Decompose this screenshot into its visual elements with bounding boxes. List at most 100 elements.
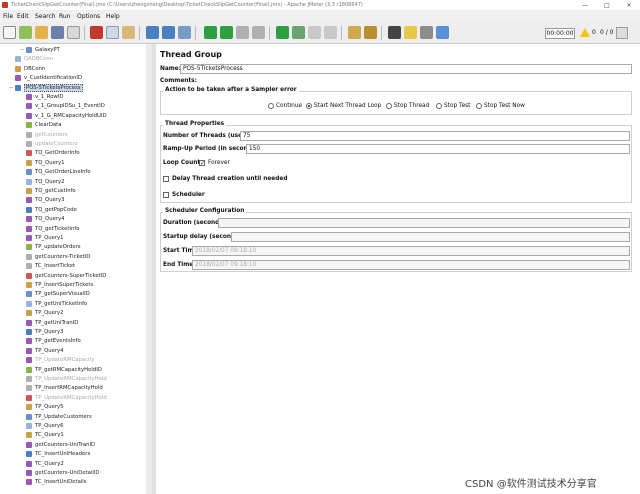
collapse-all-icon[interactable] (162, 26, 175, 39)
tree-item[interactable]: v_1_GroupIDSu_1_EventID (0, 102, 151, 112)
tree-item[interactable]: DBConn (0, 65, 151, 75)
maximize-button[interactable]: □ (598, 0, 616, 11)
open-icon[interactable] (35, 26, 48, 39)
radio-continue[interactable] (268, 103, 274, 109)
tree-expand-icon[interactable]: − (20, 48, 25, 53)
tree-item[interactable]: TQ_Query1 (0, 159, 151, 169)
tree-item[interactable]: getCounters-SuperTicketID (0, 272, 151, 282)
tree-item[interactable]: ClearData (0, 121, 151, 131)
tree-item[interactable]: TP_getUniTranID (0, 319, 151, 329)
tree-item[interactable]: getCounters-UniDetailID (0, 469, 151, 479)
tree-item[interactable]: TQ_GetOrderLineInfo (0, 168, 151, 178)
radio-stop-thread[interactable] (386, 103, 392, 109)
tree-item[interactable]: getCounters (0, 131, 151, 141)
menu-options[interactable]: Options (77, 13, 100, 20)
tree-item[interactable]: TQ_getTicketInfo (0, 225, 151, 235)
expand-all-icon[interactable] (146, 26, 159, 39)
tree-item[interactable]: TQ_Query2 (0, 178, 151, 188)
tree-item[interactable]: TC_InsertTicket (0, 262, 151, 272)
tree-item[interactable]: TP_updateOrders (0, 243, 151, 253)
cut-icon[interactable] (90, 26, 103, 39)
tree-item[interactable]: TQ_Query3 (0, 196, 151, 206)
duration-field[interactable] (218, 218, 630, 228)
scheduler-checkbox[interactable] (163, 192, 169, 198)
tree-item[interactable]: v_1_RowID (0, 93, 151, 103)
tree-item[interactable]: TP_getRMCapacityHoldID (0, 366, 151, 376)
tree-item[interactable]: − GalaxyPT (0, 46, 151, 56)
search-icon[interactable] (388, 26, 401, 39)
clear-all-icon[interactable] (364, 26, 377, 39)
tree-item[interactable]: v_CustIdentificationID (0, 74, 151, 84)
tree-item[interactable]: TP_Query1 (0, 234, 151, 244)
tree-item[interactable]: TC_Query2 (0, 460, 151, 470)
tree-item[interactable]: TP_UpdateRMCapacity (0, 356, 151, 366)
tree-item[interactable]: TP_InsertRMCapacityHold (0, 384, 151, 394)
new-icon[interactable] (3, 26, 16, 39)
stop-icon[interactable] (236, 26, 249, 39)
menu-search[interactable]: Search (35, 13, 56, 20)
menu-file[interactable]: File (3, 13, 13, 20)
warning-icon[interactable] (580, 28, 590, 37)
start-icon[interactable] (204, 26, 217, 39)
tree-item[interactable]: TP_UpdateRMCapacityHold (0, 394, 151, 404)
tree-item[interactable]: QADBConn (0, 55, 151, 65)
tree-item[interactable]: updateCounters (0, 140, 151, 150)
tree-item[interactable]: getCounters-TicketID (0, 253, 151, 263)
forever-checkbox[interactable]: ✓ (199, 160, 205, 167)
paste-icon[interactable] (122, 26, 135, 39)
test-plan-tree[interactable]: − GalaxyPT QADBConn DBConn v_CustIdentificat… (0, 44, 152, 494)
tree-item[interactable]: TQ_getCustInfo (0, 187, 151, 197)
function-helper-icon[interactable] (420, 26, 433, 39)
save-as-icon[interactable] (67, 26, 80, 39)
tree-item[interactable]: TQ_Query4 (0, 215, 151, 225)
toggle-icon[interactable] (178, 26, 191, 39)
tree-item[interactable]: TP_getUniTicketInfo (0, 300, 151, 310)
tree-item[interactable]: TC_InsertUniHeaders (0, 450, 151, 460)
menu-help[interactable]: Help (106, 13, 120, 20)
clear-icon[interactable] (348, 26, 361, 39)
tree-item[interactable]: TP_Query3 (0, 328, 151, 338)
start-no-pauses-icon[interactable] (220, 26, 233, 39)
end-time-field[interactable]: 2018/02/07 09:18:10 (192, 260, 630, 270)
templates-icon[interactable] (19, 26, 32, 39)
tree-item[interactable]: TP_getEventsInfo (0, 337, 151, 347)
tree-item[interactable]: TP_Query4 (0, 347, 151, 357)
tree-item[interactable]: TP_UpdateRMCapacityHold (0, 375, 151, 385)
tree-item[interactable]: TC_InsertUniDetails (0, 478, 151, 488)
tree-item[interactable]: TP_InsertSuperTickets (0, 281, 151, 291)
remote-start-icon[interactable] (276, 26, 289, 39)
remote-stop-icon[interactable] (308, 26, 321, 39)
remote-shutdown-icon[interactable] (324, 26, 337, 39)
tree-expand-icon[interactable]: − (9, 85, 14, 91)
tree-item[interactable]: TP_Query2 (0, 309, 151, 319)
delay-thread-checkbox[interactable] (163, 176, 169, 182)
radio-stop-test[interactable] (436, 103, 442, 109)
close-button[interactable]: ✕ (620, 0, 638, 11)
tree-item[interactable]: TP_UpdateCustomers (0, 413, 151, 423)
tree-item[interactable]: TQ_getPopCode (0, 206, 151, 216)
startup-delay-field[interactable] (231, 232, 630, 242)
threads-field[interactable]: 75 (240, 131, 630, 141)
rampup-field[interactable]: 150 (246, 144, 630, 154)
save-icon[interactable] (51, 26, 64, 39)
tree-item[interactable]: getCounters-UniTranID (0, 441, 151, 451)
tree-item[interactable]: TP_Query5 (0, 403, 151, 413)
reset-search-icon[interactable] (404, 26, 417, 39)
tree-item[interactable]: TC_Query1 (0, 431, 151, 441)
help-icon[interactable] (436, 26, 449, 39)
radio-stop-test-now[interactable] (476, 103, 482, 109)
tree-item[interactable]: v_1_G_RMCapacityHoldUID (0, 112, 151, 122)
menu-run[interactable]: Run (59, 13, 71, 20)
minimize-button[interactable]: — (576, 0, 594, 11)
tree-item[interactable]: − POS-5TicketsProcess (0, 83, 151, 94)
tree-item[interactable]: TP_Query6 (0, 422, 151, 432)
remote-start-all-icon[interactable] (292, 26, 305, 39)
start-time-field[interactable]: 2018/02/07 09:18:10 (192, 246, 630, 256)
menu-edit[interactable]: Edit (17, 13, 29, 20)
copy-icon[interactable] (106, 26, 119, 39)
tree-item[interactable]: TP_getSuperVisualID (0, 290, 151, 300)
tree-item[interactable]: TQ_GetOrderInfo (0, 149, 151, 159)
radio-start-next-thread-loop[interactable] (306, 103, 312, 109)
name-field[interactable]: POS-5TicketsProcess (180, 64, 632, 74)
shutdown-icon[interactable] (252, 26, 265, 39)
